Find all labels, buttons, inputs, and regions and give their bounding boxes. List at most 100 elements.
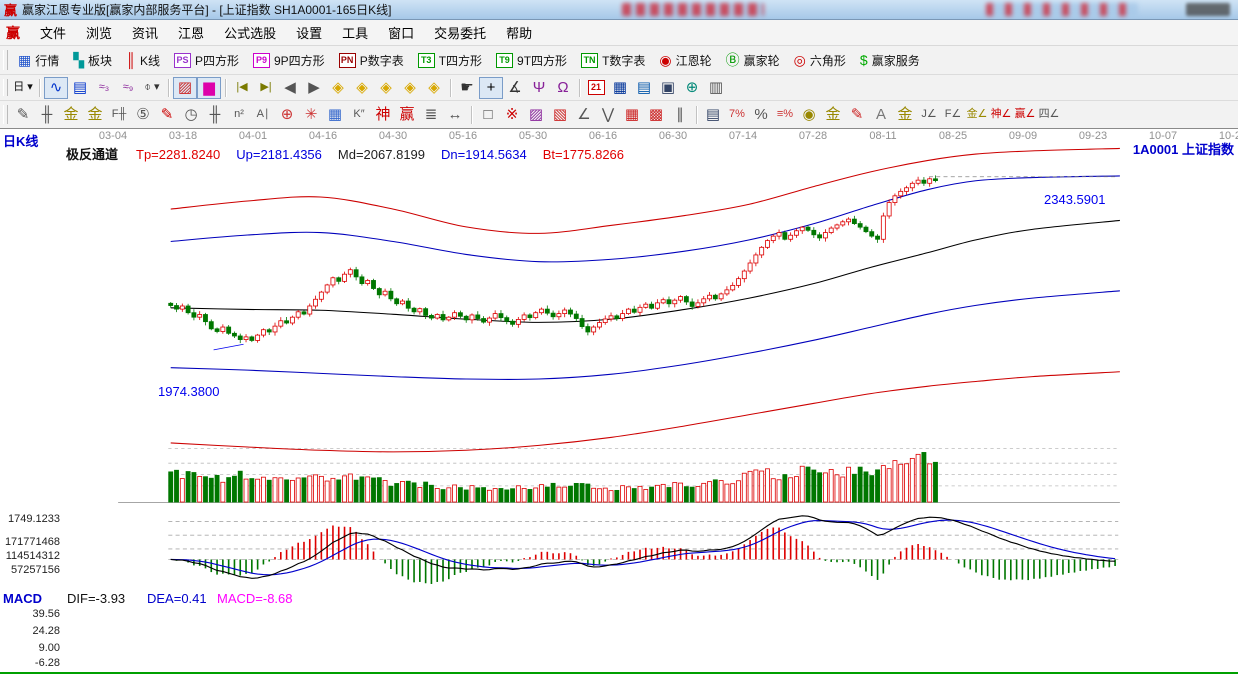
shen-angle-tool[interactable]: 神∠ [989,104,1013,126]
kline-button[interactable]: ║K线 [119,48,167,72]
parallel-lines-tool[interactable]: ∥ [668,104,692,126]
percent-tool[interactable]: % [749,104,773,126]
menu-logo-icon: 赢 [6,23,20,43]
ruler-ticks-tool[interactable]: ╫ [35,104,59,126]
gann-wheel-button[interactable]: ◉江恩轮 [652,48,718,72]
ruler-123-tool[interactable]: ≣ [419,104,443,126]
ying-tool[interactable]: 赢 [395,104,419,126]
red-pattern-button[interactable]: ▨ [173,77,197,99]
menu-item-2[interactable]: 资讯 [122,23,168,44]
f-angle-tool[interactable]: F∠ [941,104,965,126]
menu-item-8[interactable]: 交易委托 [424,23,496,44]
purple-fan-tool[interactable]: ▨ [524,104,548,126]
menu-item-9[interactable]: 帮助 [496,23,542,44]
gann-wheel-button-label: 江恩轮 [676,52,712,69]
save-button[interactable]: ▣ [656,77,680,99]
box-tool[interactable]: □ [476,104,500,126]
wave-3-button[interactable]: ≈₃ [92,77,116,99]
f-ruler-tool[interactable]: F╫ [107,104,131,126]
red-grid-tool[interactable]: ▦ [620,104,644,126]
gold-circle-tool[interactable]: ◉ [797,104,821,126]
expand-x-button[interactable]: ◈ [374,77,398,99]
memo-button[interactable]: ▤ [632,77,656,99]
compress-all-button[interactable]: ◈ [422,77,446,99]
winner-wheel-button[interactable]: Ⓑ赢家轮 [719,48,787,72]
starburst-tool[interactable]: ✳ [299,104,323,126]
circle-cross-tool[interactable]: ⊕ [275,104,299,126]
macd-axis-label-4: -6.28 [0,657,60,669]
red-fan-tool[interactable]: ▧ [548,104,572,126]
zoom-in-x-button[interactable]: ◈ [350,77,374,99]
hand-tool-button[interactable]: ☛ [455,77,479,99]
percent-levels-tool[interactable]: ≡% [773,104,797,126]
nav-prev-button[interactable]: ◀ [278,77,302,99]
j-angle-tool[interactable]: J∠ [917,104,941,126]
period-day-dropdown[interactable]: 日 ▾ [11,77,35,99]
tick-ruler2-tool[interactable]: ╫ [203,104,227,126]
cycle-clock-tool[interactable]: ◷ [179,104,203,126]
histogram-button[interactable]: ▆ [197,77,221,99]
gold-levels-tool[interactable]: 金 [821,104,845,126]
percent-table-tool[interactable]: ▤ [701,104,725,126]
hexagon-button[interactable]: ◎六角形 [787,48,853,72]
red-grid-arrow-tool[interactable]: ▩ [644,104,668,126]
nav-first-button[interactable]: |◀ [230,77,254,99]
menu-item-1[interactable]: 浏览 [76,23,122,44]
menu-item-5[interactable]: 设置 [286,23,332,44]
grid-target-tool[interactable]: ▦ [323,104,347,126]
angle-tool-button[interactable]: ∡ [503,77,527,99]
gold-grid-tool[interactable]: 金 [59,104,83,126]
save-web-button[interactable]: ⊕ [680,77,704,99]
crosshair-tool-button[interactable]: + [479,77,503,99]
nav-last-button[interactable]: ▶| [254,77,278,99]
si-angle-tool[interactable]: 四∠ [1037,104,1061,126]
shen-tool[interactable]: 神 [371,104,395,126]
gann-shape-button[interactable]: Ψ [527,77,551,99]
trend-lines-tool[interactable]: ∠ [572,104,596,126]
snapshot-button[interactable]: ▥ [704,77,728,99]
t-square-button[interactable]: T3T四方形 [411,48,489,72]
gold-underline-tool[interactable]: 金 [893,104,917,126]
gold-grid2-tool[interactable]: 金 [83,104,107,126]
p-square-button[interactable]: PSP四方形 [167,48,246,72]
red-brush-tool[interactable]: ✎ [155,104,179,126]
t-percent-tool[interactable]: 7% [725,104,749,126]
winner-service-button[interactable]: $赢家服务 [853,48,927,72]
wave-9-button[interactable]: ≈₉ [116,77,140,99]
zoom-out-x-button[interactable]: ◈ [326,77,350,99]
calendar-button[interactable]: 21 [584,77,608,99]
candle-style-dropdown[interactable]: ⌽ ▾ [140,77,164,99]
window-controls[interactable] [1186,3,1230,16]
n-squared-tool[interactable]: n² [227,104,251,126]
ying-angle-tool[interactable]: 赢∠ [1013,104,1037,126]
k-quote-tool[interactable]: K″ [347,104,371,126]
nav-next-button[interactable]: ▶ [302,77,326,99]
calculator-button[interactable]: ▦ [608,77,632,99]
brush-tool[interactable]: ✎ [11,104,35,126]
info-f10-button[interactable]: ▤ [68,77,92,99]
p-table-button[interactable]: PNP数字表 [332,48,411,72]
gold-angle-tool[interactable]: 金∠ [965,104,989,126]
indicator-header: 极反通道Tp=2281.8240Up=2181.4356Md=2067.8199… [66,144,640,163]
compress-x-button[interactable]: ◈ [398,77,422,99]
pattern-view-button[interactable]: ∿ [44,77,68,99]
red-rays-tool[interactable]: ※ [500,104,524,126]
t-table-button[interactable]: TNT数字表 [574,48,652,72]
sectors-button[interactable]: ▚板块 [66,48,119,72]
menu-item-0[interactable]: 文件 [30,23,76,44]
brain-pattern-button[interactable]: Ω [551,77,575,99]
v-wave-tool[interactable]: ⋁ [596,104,620,126]
quotes-button[interactable]: ▦行情 [11,48,66,72]
a-wave-tool[interactable]: A [869,104,893,126]
menu-item-4[interactable]: 公式选股 [214,23,286,44]
spiral5-tool[interactable]: ⑤ [131,104,155,126]
menu-item-6[interactable]: 工具 [332,23,378,44]
quotes-button-icon: ▦ [18,53,31,67]
angle-lines-tool[interactable]: A∣ [251,104,275,126]
9p-square-button[interactable]: P99P四方形 [246,48,332,72]
menu-item-3[interactable]: 江恩 [168,23,214,44]
9t-square-button[interactable]: T99T四方形 [489,48,574,72]
pen-measure-tool[interactable]: ✎ [845,104,869,126]
menu-item-7[interactable]: 窗口 [378,23,424,44]
width-measure-tool[interactable]: ↔ [443,104,467,126]
